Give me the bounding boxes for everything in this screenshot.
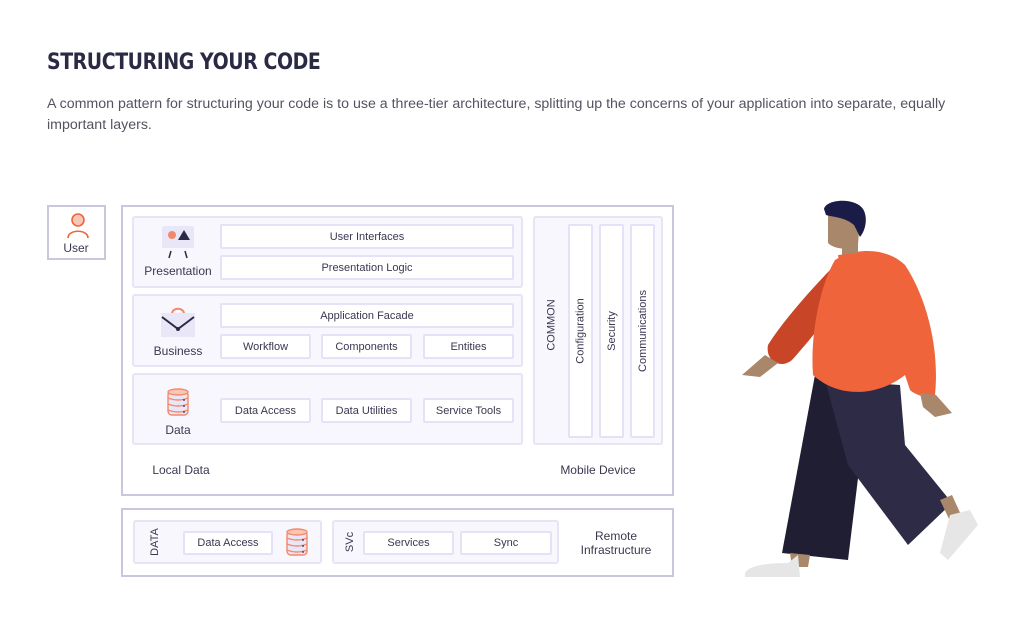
remote-data-label: DATA xyxy=(149,528,161,556)
entities-box: Entities xyxy=(423,334,514,359)
database-icon xyxy=(286,528,308,556)
business-label: Business xyxy=(153,344,203,358)
remote-svc-label: SVc xyxy=(344,531,356,553)
data-access-box: Data Access xyxy=(220,398,311,423)
envelope-icon xyxy=(161,307,195,337)
service-tools-box: Service Tools xyxy=(423,398,514,423)
user-box: User xyxy=(47,205,106,260)
database-icon xyxy=(167,388,189,416)
application-facade-box: Application Facade xyxy=(220,303,514,328)
common-label-wrap: COMMON xyxy=(537,299,567,350)
intro-paragraph: A common pattern for structuring your co… xyxy=(47,96,946,133)
remote-data-label-wrap: DATA xyxy=(143,528,167,556)
mobile-device-label: Mobile Device xyxy=(560,463,636,477)
components-box: Components xyxy=(321,334,412,359)
user-icon xyxy=(67,213,89,239)
communications-label: Communications xyxy=(636,290,649,372)
data-label: Data xyxy=(165,423,191,437)
security-label: Security xyxy=(605,311,618,351)
presentation-logic-box: Presentation Logic xyxy=(220,255,514,280)
communications-box: Communications xyxy=(630,224,655,438)
configuration-box: Configuration xyxy=(568,224,593,438)
configuration-label: Configuration xyxy=(574,298,587,364)
walking-person-illustration xyxy=(742,200,978,577)
remote-infrastructure-label: Remote Infrastructure xyxy=(580,529,652,557)
security-box: Security xyxy=(599,224,624,438)
page-title: STRUCTURING YOUR CODE xyxy=(47,50,321,75)
sync-box: Sync xyxy=(460,531,552,555)
remote-svc-label-wrap: SVc xyxy=(338,530,362,554)
data-utilities-box: Data Utilities xyxy=(321,398,412,423)
common-label: COMMON xyxy=(546,299,559,351)
presentation-label: Presentation xyxy=(144,264,212,278)
user-interfaces-box: User Interfaces xyxy=(220,224,514,249)
easel-icon xyxy=(162,226,194,259)
services-box: Services xyxy=(363,531,454,555)
workflow-box: Workflow xyxy=(220,334,311,359)
remote-data-access-box: Data Access xyxy=(183,531,273,555)
local-data-label: Local Data xyxy=(152,463,210,477)
user-label: User xyxy=(63,241,89,255)
